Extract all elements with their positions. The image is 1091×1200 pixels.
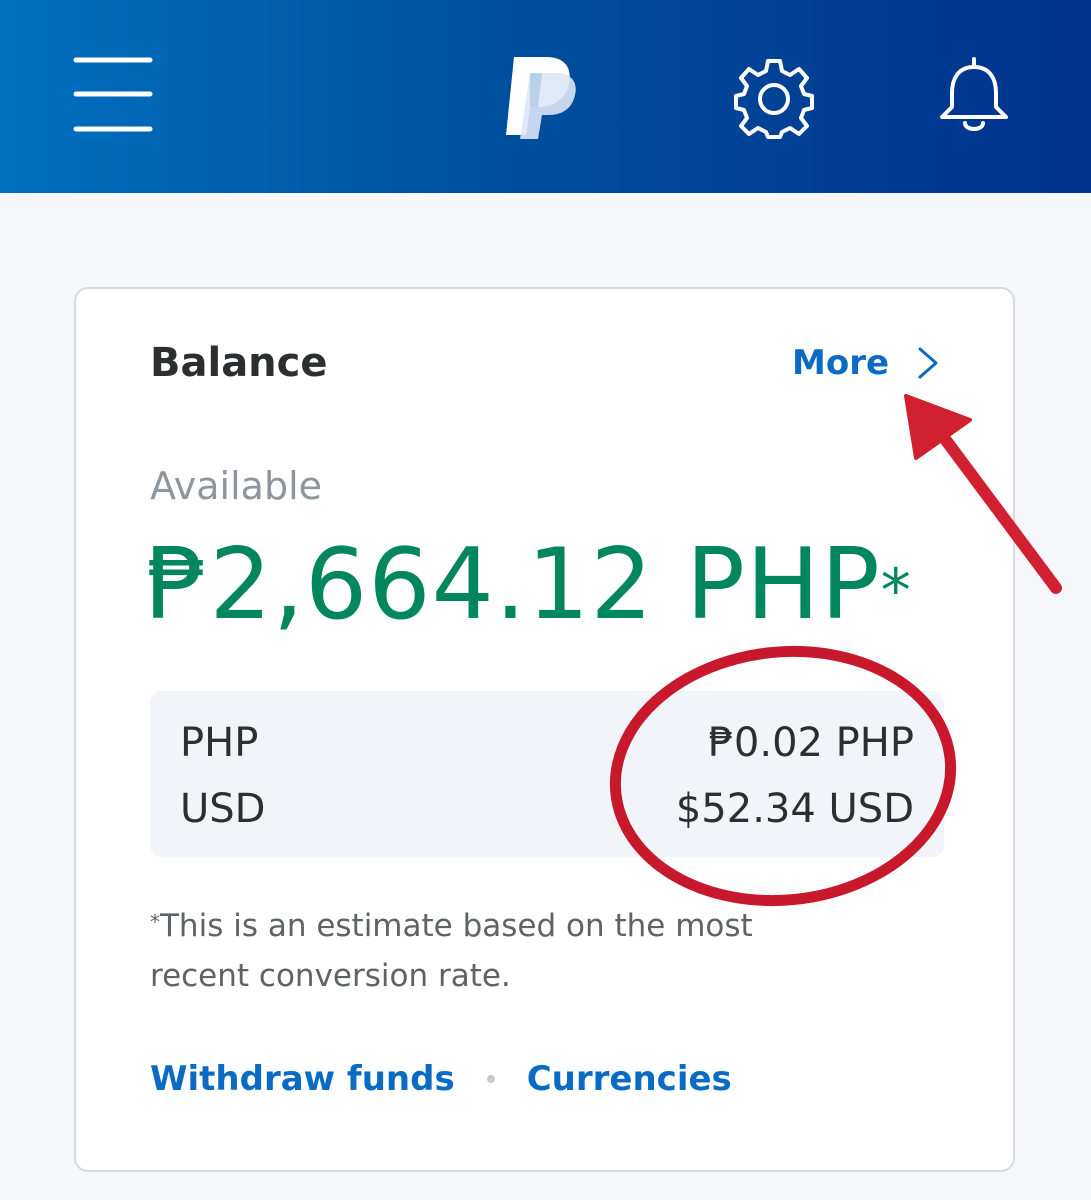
balance-title: Balance: [150, 340, 328, 386]
currency-code: PHP: [180, 720, 259, 766]
currency-row: PHP ₱0.02 PHP: [180, 715, 914, 771]
chevron-right-icon[interactable]: [915, 345, 941, 381]
paypal-logo[interactable]: [500, 55, 580, 140]
bell-icon[interactable]: [938, 55, 1010, 137]
top-navigation-bar: [0, 0, 1091, 193]
estimate-marker: *: [880, 556, 912, 626]
balance-card: Balance More Available ₱2,664.12 PHP* PH…: [74, 287, 1015, 1172]
currency-row: USD $52.34 USD: [180, 781, 914, 837]
hamburger-menu-icon[interactable]: [70, 52, 156, 138]
footnote-marker: *: [150, 910, 160, 934]
total-balance-amount: ₱2,664.12 PHP*: [146, 525, 912, 645]
currency-amount: $52.34 USD: [675, 786, 914, 832]
currency-breakdown: PHP ₱0.02 PHP USD $52.34 USD: [150, 691, 944, 857]
more-link[interactable]: More: [792, 335, 941, 391]
withdraw-funds-link[interactable]: Withdraw funds: [150, 1059, 455, 1099]
gear-icon[interactable]: [732, 55, 816, 139]
currency-amount: ₱0.02 PHP: [708, 720, 914, 766]
footnote-text: This is an estimate based on the most re…: [150, 908, 753, 994]
total-balance-value: ₱2,664.12 PHP: [146, 528, 881, 642]
currency-code: USD: [180, 786, 266, 832]
currencies-link[interactable]: Currencies: [527, 1059, 732, 1099]
estimate-footnote: *This is an estimate based on the most r…: [150, 901, 850, 1001]
available-label: Available: [150, 464, 323, 508]
balance-actions: Withdraw funds Currencies: [150, 1059, 732, 1099]
more-label[interactable]: More: [792, 343, 889, 383]
separator-dot: [486, 1075, 495, 1083]
